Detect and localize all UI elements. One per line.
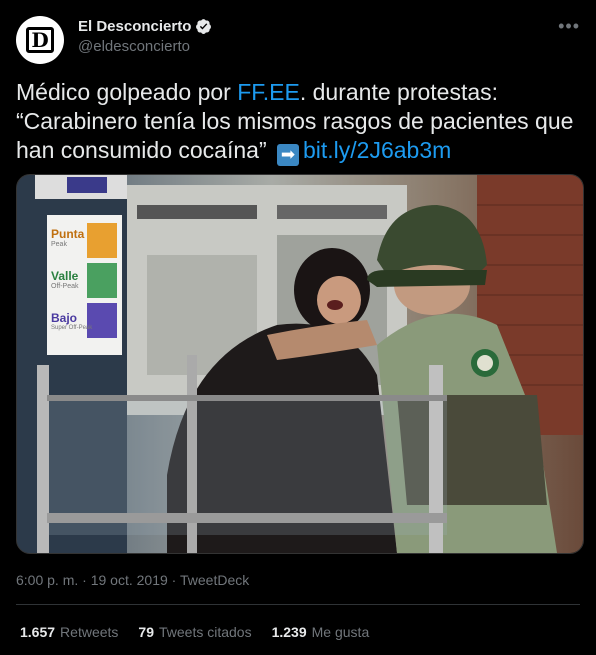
tweet-stats: 1.657 Retweets 79 Tweets citados 1.239 M… [20, 624, 369, 640]
sign-punta-sub: Peak [51, 241, 67, 248]
name-row: El Desconcierto [78, 18, 212, 35]
tweet-source[interactable]: TweetDeck [180, 572, 249, 588]
tweet-metadata: 6:00 p. m. · 19 oct. 2019 · TweetDeck [16, 572, 249, 588]
quotes-stat[interactable]: 79 Tweets citados [138, 624, 251, 640]
mention-link[interactable]: FF.EE [237, 79, 300, 105]
tweet-text-part1: Médico golpeado por [16, 79, 238, 105]
more-options-icon[interactable]: ••• [558, 16, 580, 37]
handle[interactable]: @eldesconcierto [78, 38, 190, 55]
sign-valle-sub: Off-Peak [51, 283, 79, 290]
likes-count: 1.239 [271, 624, 307, 640]
retweets-stat[interactable]: 1.657 Retweets [20, 624, 118, 640]
sign-valle: Valle [51, 269, 79, 283]
retweets-label: Retweets [60, 624, 119, 640]
verified-badge-icon [196, 19, 212, 34]
tweet-time[interactable]: 6:00 p. m. [16, 572, 78, 588]
tweet-date[interactable]: 19 oct. 2019 [91, 572, 168, 588]
sign-bajo: Bajo [51, 311, 78, 325]
retweets-count: 1.657 [20, 624, 56, 640]
quotes-label: Tweets citados [158, 624, 252, 640]
sign-punta: Punta [51, 227, 85, 241]
tweet-header: D El Desconcierto @eldesconcierto ••• [16, 14, 580, 64]
meta-separator: · [171, 572, 177, 588]
tweet-text: Médico golpeado por FF.EE. durante prote… [16, 78, 580, 166]
likes-label: Me gusta [311, 624, 370, 640]
divider [16, 604, 580, 605]
right-arrow-icon: ➡ [277, 144, 299, 166]
quotes-count: 79 [138, 624, 154, 640]
tweet-photo[interactable]: Punta Peak Valle Off-Peak Bajo Super Off… [16, 174, 584, 554]
photo-illustration [17, 175, 583, 553]
sign-bajo-sub: Super Off-Peak [51, 325, 93, 331]
display-name[interactable]: El Desconcierto [78, 18, 191, 35]
avatar[interactable]: D [16, 16, 64, 64]
likes-stat[interactable]: 1.239 Me gusta [272, 624, 370, 640]
el-desconcierto-logo: D [26, 27, 54, 53]
url-link[interactable]: bit.ly/2J6ab3m [303, 137, 451, 163]
meta-separator: · [82, 572, 87, 588]
